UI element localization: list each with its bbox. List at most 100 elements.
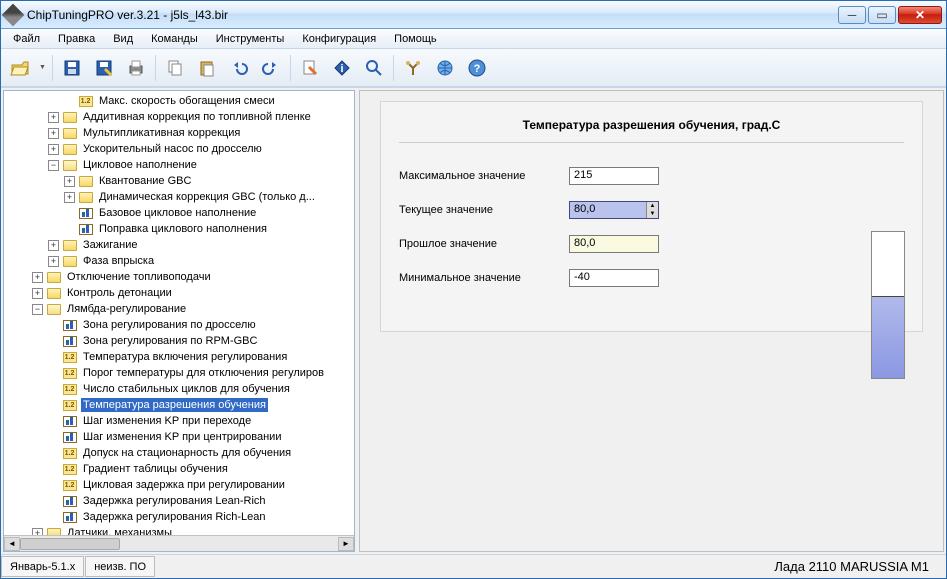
tree-item-label: Аддитивная коррекция по топливной пленке	[81, 110, 313, 124]
tree-item[interactable]: 1.2Допуск на стационарность для обучения	[4, 445, 354, 461]
menu-tools[interactable]: Инструменты	[208, 31, 293, 47]
svg-text:i: i	[340, 63, 343, 75]
tree-item[interactable]: −Лямбда-регулирование	[4, 301, 354, 317]
menu-config[interactable]: Конфигурация	[294, 31, 384, 47]
scroll-left-icon[interactable]: ◄	[4, 537, 20, 551]
table-icon	[78, 207, 93, 220]
parameter-form: Температура разрешения обучения, град.С …	[380, 101, 923, 332]
menu-view[interactable]: Вид	[105, 31, 141, 47]
tree-item[interactable]: +Отключение топливоподачи	[4, 269, 354, 285]
spin-down-icon[interactable]: ▼	[646, 210, 658, 218]
expand-icon[interactable]: +	[32, 272, 43, 283]
tree-item[interactable]: Поправка циклового наполнения	[4, 221, 354, 237]
tree-item[interactable]: Задержка регулирования Rich-Lean	[4, 509, 354, 525]
tree-item[interactable]: 1.2Макс. скорость обогащения смеси	[4, 93, 354, 109]
expand-icon[interactable]: +	[48, 112, 59, 123]
tree-item-label: Задержка регулирования Rich-Lean	[81, 510, 268, 524]
tree-item[interactable]: +Квантование GBC	[4, 173, 354, 189]
print-icon[interactable]	[123, 55, 149, 81]
help-icon[interactable]: ?	[464, 55, 490, 81]
scroll-thumb[interactable]	[20, 538, 120, 550]
collapse-icon[interactable]: −	[48, 160, 59, 171]
tree-connector	[48, 416, 59, 427]
tree-item[interactable]: Базовое цикловое наполнение	[4, 205, 354, 221]
expand-icon[interactable]: +	[64, 192, 75, 203]
saveas-icon[interactable]	[91, 55, 117, 81]
close-button[interactable]: ✕	[898, 6, 942, 24]
minimize-button[interactable]: ─	[838, 6, 866, 24]
tree-connector	[48, 368, 59, 379]
tree-item-label: Цикловое наполнение	[81, 158, 199, 172]
current-value-input[interactable]: 80,0 ▲ ▼	[569, 201, 659, 219]
maximize-button[interactable]: ▭	[868, 6, 896, 24]
tree-hscrollbar[interactable]: ◄ ►	[4, 535, 354, 551]
prev-label: Прошлое значение	[399, 238, 569, 250]
tree-item[interactable]: Зона регулирования по RPM-GBC	[4, 333, 354, 349]
collapse-icon[interactable]: −	[32, 304, 43, 315]
tree-item-label: Зажигание	[81, 238, 140, 252]
folder-icon	[78, 175, 93, 188]
undo-icon[interactable]	[226, 55, 252, 81]
tree-connector	[48, 480, 59, 491]
tree-item[interactable]: Шаг изменения KP при переходе	[4, 413, 354, 429]
tree-item[interactable]: 1.2Градиент таблицы обучения	[4, 461, 354, 477]
tree-item[interactable]: +Мультипликативная коррекция	[4, 125, 354, 141]
save-icon[interactable]	[59, 55, 85, 81]
net-icon[interactable]	[432, 55, 458, 81]
expand-icon[interactable]: +	[48, 240, 59, 251]
gauge-fill	[872, 296, 904, 378]
status-firmware: неизв. ПО	[85, 556, 155, 577]
tree-item[interactable]: +Контроль детонации	[4, 285, 354, 301]
tree-connector	[48, 384, 59, 395]
tree-item[interactable]: 1.2Температура включения регулирования	[4, 349, 354, 365]
tree-item[interactable]: − Цикловое наполнение	[4, 157, 354, 173]
tree-item[interactable]: 1.2Цикловая задержка при регулировании	[4, 477, 354, 493]
scroll-right-icon[interactable]: ►	[338, 537, 354, 551]
menu-commands[interactable]: Команды	[143, 31, 206, 47]
table-icon	[62, 319, 77, 332]
tree-item-label: Зона регулирования по RPM-GBC	[81, 334, 259, 348]
tree-item[interactable]: Шаг изменения KP при центрировании	[4, 429, 354, 445]
tree-item[interactable]: +Фаза впрыска	[4, 253, 354, 269]
status-vehicle: Лада 2110 MARUSSIA M1	[766, 556, 945, 577]
tree-item-label: Задержка регулирования Lean-Rich	[81, 494, 268, 508]
tree-item[interactable]: + Зажигание	[4, 237, 354, 253]
copy-icon[interactable]	[162, 55, 188, 81]
paste-icon[interactable]	[194, 55, 220, 81]
value-gauge	[871, 231, 905, 379]
tools-icon[interactable]	[400, 55, 426, 81]
scalar-icon: 1.2	[62, 479, 77, 492]
tree-item[interactable]: +Ускорительный насос по дросселю	[4, 141, 354, 157]
redo-icon[interactable]	[258, 55, 284, 81]
expand-icon[interactable]: +	[48, 144, 59, 155]
edit-icon[interactable]	[297, 55, 323, 81]
info-icon[interactable]: i	[329, 55, 355, 81]
menu-file[interactable]: Файл	[5, 31, 48, 47]
scalar-icon: 1.2	[62, 447, 77, 460]
find-icon[interactable]	[361, 55, 387, 81]
folder-open-icon	[62, 159, 77, 172]
spin-up-icon[interactable]: ▲	[646, 202, 658, 210]
menu-help[interactable]: Помощь	[386, 31, 445, 47]
prev-value: 80,0	[569, 235, 659, 253]
menu-edit[interactable]: Правка	[50, 31, 103, 47]
tree-item[interactable]: 1.2Температура разрешения обучения	[4, 397, 354, 413]
tree-connector	[48, 448, 59, 459]
tree-item[interactable]: + Аддитивная коррекция по топливной пленк…	[4, 109, 354, 125]
folder-icon	[46, 287, 61, 300]
tree-item-label: Число стабильных циклов для обучения	[81, 382, 292, 396]
tree-item[interactable]: 1.2Число стабильных циклов для обучения	[4, 381, 354, 397]
expand-icon[interactable]: +	[32, 288, 43, 299]
expand-icon[interactable]: +	[48, 256, 59, 267]
tree-item[interactable]: +Динамическая коррекция GBC (только д...	[4, 189, 354, 205]
tree-connector	[48, 336, 59, 347]
current-value-text: 80,0	[574, 203, 595, 215]
tree-item-label: Температура включения регулирования	[81, 350, 289, 364]
folder-icon	[46, 271, 61, 284]
tree-item[interactable]: Зона регулирования по дросселю	[4, 317, 354, 333]
open-icon[interactable]	[7, 55, 33, 81]
expand-icon[interactable]: +	[48, 128, 59, 139]
expand-icon[interactable]: +	[64, 176, 75, 187]
tree-item[interactable]: 1.2Порог температуры для отключения регу…	[4, 365, 354, 381]
tree-item[interactable]: Задержка регулирования Lean-Rich	[4, 493, 354, 509]
